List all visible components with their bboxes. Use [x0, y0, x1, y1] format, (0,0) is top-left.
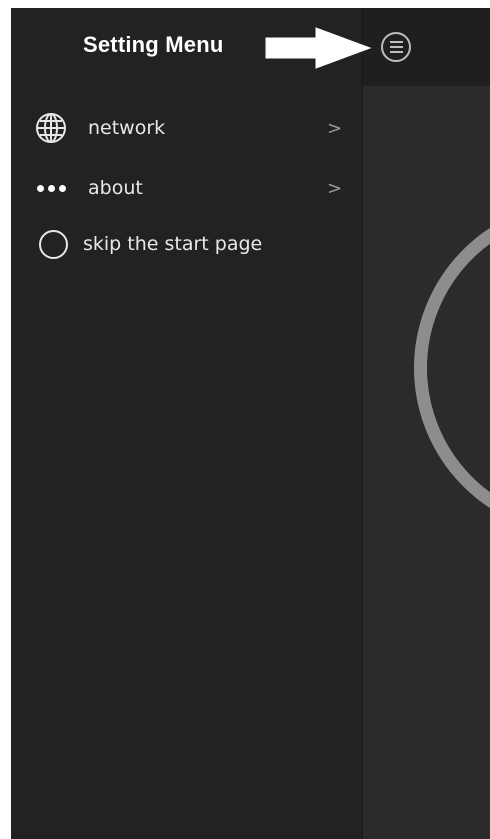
- menu-item-label: about: [88, 177, 143, 199]
- menu-item-label: skip the start page: [83, 233, 263, 255]
- app-screen: Setting Menu network > about > skip the …: [11, 8, 490, 839]
- hamburger-line: [389, 51, 403, 53]
- progress-ring: [414, 201, 490, 535]
- menu-item-label: network: [88, 117, 166, 139]
- drawer-title: Setting Menu: [83, 32, 224, 57]
- hamburger-line: [389, 46, 403, 48]
- main-content: [363, 86, 490, 839]
- chevron-right-icon: >: [327, 117, 343, 139]
- radio-unchecked-icon[interactable]: [39, 229, 68, 259]
- more-dots-icon: [34, 171, 68, 205]
- menu-item-about[interactable]: about >: [11, 162, 362, 214]
- settings-drawer: Setting Menu network > about > skip the …: [11, 8, 363, 839]
- globe-icon: [34, 111, 68, 145]
- menu-item-network[interactable]: network >: [11, 102, 362, 154]
- chevron-right-icon: >: [327, 177, 343, 199]
- hamburger-line: [389, 41, 403, 43]
- top-bar: [363, 8, 490, 86]
- menu-button[interactable]: [381, 32, 411, 62]
- arrow-right-icon: [265, 27, 372, 69]
- skip-start-page-toggle[interactable]: skip the start page: [11, 218, 362, 270]
